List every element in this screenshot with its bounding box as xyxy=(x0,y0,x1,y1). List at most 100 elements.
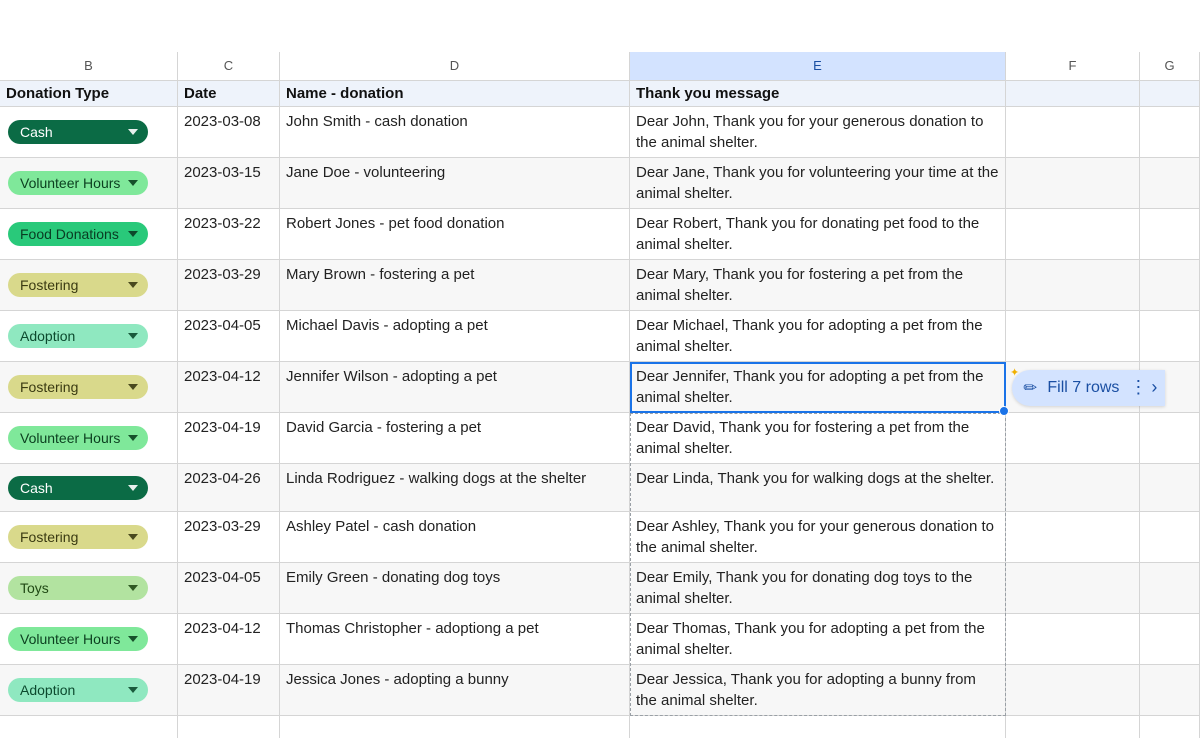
cell-date[interactable]: 2023-03-29 xyxy=(178,260,280,310)
cell-empty[interactable] xyxy=(1140,311,1200,361)
cell-message[interactable]: Dear Ashley, Thank you for your generous… xyxy=(630,512,1006,562)
column-header-e[interactable]: E xyxy=(630,52,1006,80)
cell-empty[interactable] xyxy=(1140,563,1200,613)
field-header[interactable]: Donation Type xyxy=(0,81,178,106)
donation-type-chip[interactable]: Fostering xyxy=(8,375,148,399)
cell-empty[interactable] xyxy=(1140,107,1200,157)
cell-message[interactable]: Dear Jessica, Thank you for adopting a b… xyxy=(630,665,1006,715)
cell-message[interactable]: Dear John, Thank you for your generous d… xyxy=(630,107,1006,157)
cell-name[interactable]: Mary Brown - fostering a pet xyxy=(280,260,630,310)
cell-name[interactable]: Jennifer Wilson - adopting a pet xyxy=(280,362,630,412)
cell-date[interactable]: 2023-04-19 xyxy=(178,665,280,715)
cell-empty[interactable] xyxy=(1140,665,1200,715)
smart-fill-suggestion[interactable]: ✦ ✎ Fill 7 rows ⋮ › xyxy=(1012,370,1165,406)
cell-donation-type[interactable]: Adoption xyxy=(0,665,178,715)
cell-donation-type[interactable]: Cash xyxy=(0,107,178,157)
cell-empty[interactable] xyxy=(1006,260,1140,310)
cell-empty[interactable] xyxy=(1006,311,1140,361)
cell-empty[interactable] xyxy=(1006,158,1140,208)
cell-name[interactable]: Jessica Jones - adopting a bunny xyxy=(280,665,630,715)
cell-donation-type[interactable]: Cash xyxy=(0,464,178,511)
table-row: Volunteer Hours 2023-04-12Thomas Christop… xyxy=(0,614,1200,665)
cell-message[interactable]: Dear Thomas, Thank you for adopting a pe… xyxy=(630,614,1006,664)
donation-type-chip[interactable]: Fostering xyxy=(8,525,148,549)
cell-empty[interactable] xyxy=(1140,512,1200,562)
cell-donation-type[interactable]: Volunteer Hours xyxy=(0,413,178,463)
cell-donation-type[interactable]: Fostering xyxy=(0,362,178,412)
cell-name[interactable]: Michael Davis - adopting a pet xyxy=(280,311,630,361)
cell-message[interactable]: Dear Linda, Thank you for walking dogs a… xyxy=(630,464,1006,511)
cell-donation-type[interactable]: Food Donations xyxy=(0,209,178,259)
cell-message[interactable]: Dear David, Thank you for fostering a pe… xyxy=(630,413,1006,463)
cell-empty[interactable] xyxy=(1140,260,1200,310)
cell-name[interactable]: Robert Jones - pet food donation xyxy=(280,209,630,259)
column-header-g[interactable]: G xyxy=(1140,52,1200,80)
more-options-icon[interactable]: ⋮ xyxy=(1129,377,1145,398)
cell-date[interactable]: 2023-04-26 xyxy=(178,464,280,511)
cell-donation-type[interactable]: Toys xyxy=(0,563,178,613)
donation-type-chip[interactable]: Toys xyxy=(8,576,148,600)
cell-empty[interactable] xyxy=(1140,158,1200,208)
cell-empty[interactable] xyxy=(1006,665,1140,715)
cell-name[interactable]: John Smith - cash donation xyxy=(280,107,630,157)
donation-type-chip[interactable]: Fostering xyxy=(8,273,148,297)
donation-type-chip[interactable]: Adoption xyxy=(8,678,148,702)
cell-empty[interactable] xyxy=(1006,464,1140,511)
column-header-c[interactable]: C xyxy=(178,52,280,80)
field-header[interactable] xyxy=(1140,81,1200,106)
cell-donation-type[interactable]: Volunteer Hours xyxy=(0,158,178,208)
cell-message[interactable]: Dear Michael, Thank you for adopting a p… xyxy=(630,311,1006,361)
cell-donation-type[interactable]: Fostering xyxy=(0,260,178,310)
cell-empty[interactable] xyxy=(1140,413,1200,463)
donation-type-chip[interactable]: Food Donations xyxy=(8,222,148,246)
cell-message[interactable]: Dear Mary, Thank you for fostering a pet… xyxy=(630,260,1006,310)
cell-date[interactable]: 2023-04-05 xyxy=(178,563,280,613)
column-header-b[interactable]: B xyxy=(0,52,178,80)
cell-empty[interactable] xyxy=(1140,614,1200,664)
cell-donation-type[interactable]: Fostering xyxy=(0,512,178,562)
cell-message[interactable]: Dear Emily, Thank you for donating dog t… xyxy=(630,563,1006,613)
cell-empty[interactable] xyxy=(1006,209,1140,259)
cell-empty[interactable] xyxy=(1006,107,1140,157)
chip-label: Fostering xyxy=(20,529,78,545)
cell-date[interactable]: 2023-03-08 xyxy=(178,107,280,157)
cell-message[interactable]: Dear Robert, Thank you for donating pet … xyxy=(630,209,1006,259)
field-header[interactable]: Thank you message xyxy=(630,81,1006,106)
cell-name[interactable]: Emily Green - donating dog toys xyxy=(280,563,630,613)
empty-row[interactable] xyxy=(0,716,1200,738)
cell-empty[interactable] xyxy=(1140,209,1200,259)
cell-empty[interactable] xyxy=(1006,614,1140,664)
cell-name[interactable]: Ashley Patel - cash donation xyxy=(280,512,630,562)
cell-empty[interactable] xyxy=(1006,413,1140,463)
donation-type-chip[interactable]: Cash xyxy=(8,120,148,144)
field-header[interactable] xyxy=(1006,81,1140,106)
cell-empty[interactable] xyxy=(1006,512,1140,562)
cell-empty[interactable] xyxy=(1006,563,1140,613)
donation-type-chip[interactable]: Adoption xyxy=(8,324,148,348)
cell-message[interactable]: Dear Jane, Thank you for volunteering yo… xyxy=(630,158,1006,208)
donation-type-chip[interactable]: Volunteer Hours xyxy=(8,171,148,195)
cell-name[interactable]: Linda Rodriguez - walking dogs at the sh… xyxy=(280,464,630,511)
cell-message[interactable]: Dear Jennifer, Thank you for adopting a … xyxy=(630,362,1006,412)
cell-empty[interactable] xyxy=(1140,464,1200,511)
cell-date[interactable]: 2023-04-12 xyxy=(178,362,280,412)
field-header[interactable]: Name - donation xyxy=(280,81,630,106)
column-header-f[interactable]: F xyxy=(1006,52,1140,80)
cell-date[interactable]: 2023-03-15 xyxy=(178,158,280,208)
cell-donation-type[interactable]: Adoption xyxy=(0,311,178,361)
cell-date[interactable]: 2023-04-19 xyxy=(178,413,280,463)
cell-name[interactable]: David Garcia - fostering a pet xyxy=(280,413,630,463)
cell-name[interactable]: Jane Doe - volunteering xyxy=(280,158,630,208)
field-header[interactable]: Date xyxy=(178,81,280,106)
cell-date[interactable]: 2023-04-05 xyxy=(178,311,280,361)
cell-donation-type[interactable]: Volunteer Hours xyxy=(0,614,178,664)
donation-type-chip[interactable]: Volunteer Hours xyxy=(8,426,148,450)
chevron-right-icon[interactable]: › xyxy=(1151,377,1157,398)
donation-type-chip[interactable]: Cash xyxy=(8,476,148,500)
cell-date[interactable]: 2023-04-12 xyxy=(178,614,280,664)
column-header-d[interactable]: D xyxy=(280,52,630,80)
cell-date[interactable]: 2023-03-22 xyxy=(178,209,280,259)
cell-date[interactable]: 2023-03-29 xyxy=(178,512,280,562)
cell-name[interactable]: Thomas Christopher - adoptiong a pet xyxy=(280,614,630,664)
donation-type-chip[interactable]: Volunteer Hours xyxy=(8,627,148,651)
